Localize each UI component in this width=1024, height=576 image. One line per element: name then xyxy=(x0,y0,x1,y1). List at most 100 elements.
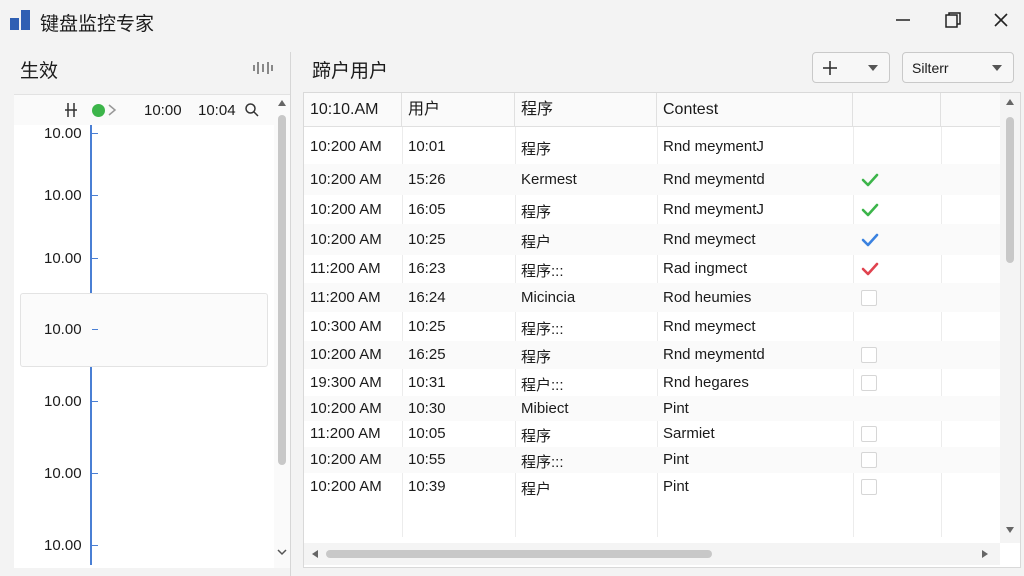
axis-label: 10.00 xyxy=(44,125,82,142)
split-icon[interactable] xyxy=(64,102,78,118)
axis-label: 10.00 xyxy=(44,537,82,554)
table-row[interactable]: 10:200 AM 16:25 程序 Rnd meymentd xyxy=(304,341,1000,369)
column-header-status[interactable] xyxy=(853,93,941,127)
table-row[interactable]: 11:200 AM 16:23 程序::: Rad ingmect xyxy=(304,255,1000,283)
left-panel-title: 生效 xyxy=(20,61,59,82)
timeline-header: 10:00 10:04 xyxy=(14,95,274,125)
axis-tick xyxy=(92,133,98,134)
cell-user: 10:05 xyxy=(408,425,446,442)
table-row[interactable]: 11:200 AM 16:24 Micincia Rod heumies xyxy=(304,283,1000,312)
scroll-down-icon[interactable] xyxy=(277,547,287,557)
close-icon xyxy=(994,13,1008,27)
axis-label: 10.00 xyxy=(44,393,82,410)
cell-user: 10:55 xyxy=(408,451,446,468)
timeline-view[interactable]: 10:00 10:04 10.00 10.00 10.00 10.00 10.0… xyxy=(14,94,290,568)
plus-icon xyxy=(823,61,837,75)
checkbox-empty-icon[interactable] xyxy=(861,452,877,468)
chevron-down-icon xyxy=(868,65,878,71)
timeline-scrollbar[interactable] xyxy=(274,95,290,568)
cell-program: 程序::: xyxy=(521,454,564,471)
cell-context: Pint xyxy=(663,451,689,468)
minimize-button[interactable] xyxy=(880,0,926,40)
axis-label: 10.00 xyxy=(44,465,82,482)
minimize-icon xyxy=(896,19,910,21)
cell-user: 16:25 xyxy=(408,346,446,363)
cell-user: 10:25 xyxy=(408,231,446,248)
axis-tick xyxy=(92,258,98,259)
axis-tick xyxy=(92,195,98,196)
timeline-time-start: 10:00 xyxy=(144,102,182,119)
cell-program: 程序::: xyxy=(521,321,564,338)
panel-divider[interactable] xyxy=(290,52,291,576)
column-header-time[interactable]: 10:10.AM xyxy=(304,93,402,127)
checkbox-empty-icon[interactable] xyxy=(861,479,877,495)
maximize-button[interactable] xyxy=(930,0,976,40)
cell-user: 16:24 xyxy=(408,289,446,306)
scroll-left-icon[interactable] xyxy=(310,549,320,559)
table-row[interactable]: 10:200 AM 10:39 程户 Pint xyxy=(304,473,1000,501)
horizontal-scrollbar[interactable] xyxy=(304,543,1000,565)
cell-context: Rad ingmect xyxy=(663,260,748,277)
cell-time: 11:200 AM xyxy=(310,289,381,306)
table-row[interactable]: 10:200 AM 16:05 程序 Rnd meymentJ xyxy=(304,195,1000,224)
table-row[interactable]: 11:200 AM 10:05 程序 Sarmiet xyxy=(304,421,1000,447)
table-row[interactable]: 10:300 AM 10:25 程序::: Rnd meymect xyxy=(304,312,1000,341)
axis-label: 10.00 xyxy=(44,250,82,267)
cell-program: 程序 xyxy=(521,204,552,221)
status-dot xyxy=(92,104,105,117)
scroll-up-icon[interactable] xyxy=(277,98,287,108)
checkbox-empty-icon[interactable] xyxy=(861,290,877,306)
axis-tick xyxy=(92,545,98,546)
app-title: 键盘监控专家 xyxy=(40,14,155,35)
chevron-right-icon[interactable] xyxy=(107,102,117,118)
table-row[interactable]: 10:200 AM 10:30 Mibiect Pint xyxy=(304,396,1000,421)
axis-tick xyxy=(92,329,98,330)
cell-context: Rnd meymentd xyxy=(663,346,765,363)
scroll-right-icon[interactable] xyxy=(980,549,990,559)
cell-context: Rnd meymentJ xyxy=(663,138,764,155)
cell-context: Rnd meymentd xyxy=(663,171,765,188)
title-bar: 键盘监控专家 xyxy=(0,0,1024,40)
checkmark-green-icon xyxy=(861,172,879,188)
vertical-scrollbar[interactable] xyxy=(1000,93,1020,543)
scrollbar-thumb[interactable] xyxy=(278,115,286,465)
table-row[interactable]: 19:300 AM 10:31 程户::: Rnd hegares xyxy=(304,369,1000,396)
scrollbar-thumb[interactable] xyxy=(326,550,712,558)
filter-dropdown[interactable]: Silterr xyxy=(902,52,1014,83)
axis-label: 10.00 xyxy=(44,321,82,338)
cell-user: 15:26 xyxy=(408,171,446,188)
cell-time: 10:200 AM xyxy=(310,346,382,363)
cell-user: 10:39 xyxy=(408,478,446,495)
scroll-up-icon[interactable] xyxy=(1005,97,1015,107)
cell-user: 10:31 xyxy=(408,374,446,391)
cell-time: 10:200 AM xyxy=(310,451,382,468)
checkbox-empty-icon[interactable] xyxy=(861,347,877,363)
table-row[interactable]: 10:200 AM 10:01 程序 Rnd meymentJ xyxy=(304,130,1000,164)
cell-time: 10:300 AM xyxy=(310,318,382,335)
column-header-context[interactable]: Contest xyxy=(657,93,853,127)
timeline-time-end: 10:04 xyxy=(198,102,236,119)
cell-context: Rod heumies xyxy=(663,289,752,306)
cell-time: 19:300 AM xyxy=(310,374,382,391)
scrollbar-thumb[interactable] xyxy=(1006,117,1014,263)
column-header-user[interactable]: 用户 xyxy=(402,93,515,127)
cell-user: 10:30 xyxy=(408,400,446,417)
column-header-program[interactable]: 程序 xyxy=(515,93,657,127)
scroll-down-icon[interactable] xyxy=(1005,525,1015,535)
close-button[interactable] xyxy=(978,0,1024,40)
maximize-icon xyxy=(945,12,961,28)
add-button[interactable] xyxy=(812,52,890,83)
checkbox-empty-icon[interactable] xyxy=(861,375,877,391)
cell-time: 10:200 AM xyxy=(310,138,382,155)
search-icon[interactable] xyxy=(244,102,260,118)
cell-user: 10:25 xyxy=(408,318,446,335)
cell-user: 16:05 xyxy=(408,201,446,218)
cell-time: 10:200 AM xyxy=(310,201,382,218)
checkbox-empty-icon[interactable] xyxy=(861,426,877,442)
checkmark-blue-icon xyxy=(861,232,879,248)
table-row[interactable]: 10:200 AM 10:25 程户 Rnd meymect xyxy=(304,224,1000,255)
log-table: 10:10.AM 用户 程序 Contest 10:200 AM 10:01 程序 R… xyxy=(303,92,1021,568)
audio-levels-icon[interactable] xyxy=(252,60,274,76)
table-row[interactable]: 10:200 AM 15:26 Kermest Rnd meymentd xyxy=(304,164,1000,195)
table-row[interactable]: 10:200 AM 10:55 程序::: Pint xyxy=(304,447,1000,473)
